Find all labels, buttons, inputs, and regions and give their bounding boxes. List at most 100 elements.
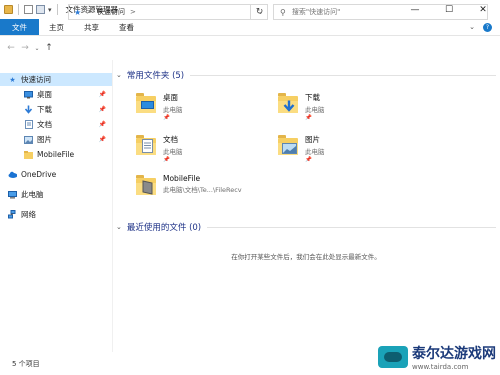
quick-access-star-icon: ★ bbox=[74, 7, 82, 17]
cloud-icon bbox=[8, 170, 17, 179]
collapse-chevron-icon[interactable]: ⌄ bbox=[116, 223, 122, 231]
folder-name: 桌面 bbox=[163, 93, 178, 102]
expand-ribbon-chevron-icon[interactable]: ⌄ bbox=[469, 23, 475, 31]
item-count: 5 个项目 bbox=[12, 359, 40, 368]
ribbon-tabs: 文件 主页 共享 查看 ⌄ ? bbox=[0, 19, 500, 36]
frequent-folders-header[interactable]: ⌄ 常用文件夹 (5) bbox=[116, 68, 496, 82]
folder-location: 此电脑 bbox=[163, 106, 183, 114]
new-folder-icon[interactable] bbox=[36, 5, 45, 14]
breadcrumb-separator[interactable]: > bbox=[86, 8, 92, 16]
pictures-folder-icon bbox=[278, 134, 300, 160]
explorer-folder-icon bbox=[4, 5, 13, 14]
pin-icon: 📌 bbox=[305, 157, 312, 163]
search-input[interactable] bbox=[291, 8, 472, 16]
sidebar-item-downloads[interactable]: 下载 📌 bbox=[0, 103, 112, 116]
refresh-button[interactable]: ↻ bbox=[250, 4, 268, 20]
sidebar-item-label: 下载 bbox=[37, 105, 52, 114]
watermark-logo-icon bbox=[378, 346, 408, 368]
content-pane: ⌄ 常用文件夹 (5) 桌面 此电脑 📌 下载 此电脑 📌 文档 此电脑 📌 图… bbox=[112, 66, 500, 352]
search-icon: ⚲ bbox=[280, 7, 286, 17]
sidebar-item-pictures[interactable]: 图片 📌 bbox=[0, 133, 112, 146]
quick-access-toolbar: ▾ bbox=[0, 0, 60, 19]
sidebar-item-label: 网络 bbox=[21, 210, 36, 219]
tab-share[interactable]: 共享 bbox=[74, 19, 109, 35]
folder-name: 图片 bbox=[305, 135, 320, 144]
computer-icon bbox=[8, 190, 17, 199]
pin-icon[interactable]: 📌 bbox=[99, 106, 106, 113]
navigation-row: ← → ⌄ ↑ bbox=[0, 36, 500, 60]
desktop-icon bbox=[24, 90, 33, 99]
folder-icon bbox=[24, 150, 33, 159]
document-icon bbox=[24, 120, 33, 129]
network-icon bbox=[8, 210, 17, 219]
watermark-name: 泰尔达游戏网 bbox=[412, 346, 496, 362]
folder-tile-mobilefile[interactable]: MobileFile 此电脑\文档\Te...\FileRecv bbox=[136, 172, 356, 208]
recent-empty-message: 在你打开某些文件后，我们会在此处显示最新文件。 bbox=[231, 253, 381, 261]
sidebar-item-label: 桌面 bbox=[37, 90, 52, 99]
folder-location: 此电脑 bbox=[305, 106, 325, 114]
group-divider bbox=[207, 226, 496, 228]
picture-icon bbox=[24, 135, 33, 144]
properties-icon[interactable] bbox=[24, 5, 33, 14]
sidebar-item-quick-access[interactable]: ★ 快速访问 bbox=[0, 73, 112, 86]
sidebar-item-label: 此电脑 bbox=[21, 190, 44, 199]
toolbar-divider bbox=[56, 4, 58, 15]
folder-tile-pictures[interactable]: 图片 此电脑 📌 bbox=[278, 132, 428, 168]
sidebar-item-label: MobileFile bbox=[37, 150, 75, 159]
sidebar-item-label: 图片 bbox=[37, 135, 52, 144]
folder-name: 下载 bbox=[305, 93, 320, 102]
tab-file[interactable]: 文件 bbox=[0, 19, 39, 35]
pin-icon: 📌 bbox=[163, 157, 170, 163]
breadcrumb-separator[interactable]: > bbox=[130, 8, 136, 16]
sidebar-item-label: 快速访问 bbox=[21, 75, 51, 84]
toolbar-divider bbox=[18, 4, 19, 15]
sidebar-item-onedrive[interactable]: OneDrive bbox=[0, 168, 112, 181]
folder-tile-documents[interactable]: 文档 此电脑 📌 bbox=[136, 132, 286, 168]
address-bar[interactable]: ★ > 快速访问 > ⌄ bbox=[68, 4, 268, 20]
sidebar-item-documents[interactable]: 文档 📌 bbox=[0, 118, 112, 131]
sidebar-item-label: 文档 bbox=[37, 120, 52, 129]
group-title: 常用文件夹 (5) bbox=[126, 71, 185, 81]
pin-icon[interactable]: 📌 bbox=[99, 121, 106, 128]
pin-icon: 📌 bbox=[163, 115, 170, 121]
sidebar-item-network[interactable]: 网络 bbox=[0, 208, 112, 221]
group-title: 最近使用的文件 (0) bbox=[126, 223, 202, 233]
sidebar-item-this-pc[interactable]: 此电脑 bbox=[0, 188, 112, 201]
forward-arrow-icon[interactable]: → bbox=[18, 43, 32, 53]
navigation-pane: ★ 快速访问 桌面 📌 下载 📌 文档 📌 图片 📌 MobileFile On… bbox=[0, 66, 112, 352]
group-divider bbox=[190, 74, 496, 76]
desktop-folder-icon bbox=[136, 92, 158, 118]
collapse-chevron-icon[interactable]: ⌄ bbox=[116, 71, 122, 79]
download-icon bbox=[24, 105, 33, 114]
customize-toolbar-chevron-icon[interactable]: ▾ bbox=[48, 6, 52, 14]
folder-location: 此电脑 bbox=[163, 148, 183, 156]
back-arrow-icon[interactable]: ← bbox=[4, 43, 18, 53]
folder-name: 文档 bbox=[163, 135, 178, 144]
recent-locations-chevron-icon[interactable]: ⌄ bbox=[32, 45, 42, 52]
sidebar-item-desktop[interactable]: 桌面 📌 bbox=[0, 88, 112, 101]
star-pin-icon: ★ bbox=[9, 75, 16, 84]
ribbon-right: ⌄ ? bbox=[469, 19, 500, 35]
folder-location: 此电脑\文档\Te...\FileRecv bbox=[163, 186, 242, 194]
tab-view[interactable]: 查看 bbox=[109, 19, 144, 35]
sidebar-item-label: OneDrive bbox=[21, 170, 57, 179]
refresh-icon: ↻ bbox=[255, 7, 264, 17]
watermark: 泰尔达游戏网 www.tairda.com bbox=[378, 343, 496, 371]
sidebar-item-mobilefile[interactable]: MobileFile bbox=[0, 148, 112, 161]
folder-tile-desktop[interactable]: 桌面 此电脑 📌 bbox=[136, 90, 286, 126]
mobilefile-folder-icon bbox=[136, 174, 158, 200]
watermark-url: www.tairda.com bbox=[412, 363, 469, 371]
folder-tile-downloads[interactable]: 下载 此电脑 📌 bbox=[278, 90, 428, 126]
breadcrumb-quick-access[interactable]: 快速访问 bbox=[97, 7, 125, 17]
search-box[interactable]: ⚲ bbox=[273, 4, 488, 20]
pin-icon[interactable]: 📌 bbox=[99, 136, 106, 143]
pin-icon[interactable]: 📌 bbox=[99, 91, 106, 98]
pin-icon: 📌 bbox=[305, 115, 312, 121]
recent-files-header[interactable]: ⌄ 最近使用的文件 (0) bbox=[116, 220, 496, 234]
folder-location: 此电脑 bbox=[305, 148, 325, 156]
downloads-folder-icon bbox=[278, 92, 300, 118]
folder-name: MobileFile bbox=[163, 174, 201, 183]
tab-home[interactable]: 主页 bbox=[39, 19, 74, 35]
help-icon[interactable]: ? bbox=[483, 22, 492, 32]
up-arrow-icon[interactable]: ↑ bbox=[42, 43, 56, 53]
